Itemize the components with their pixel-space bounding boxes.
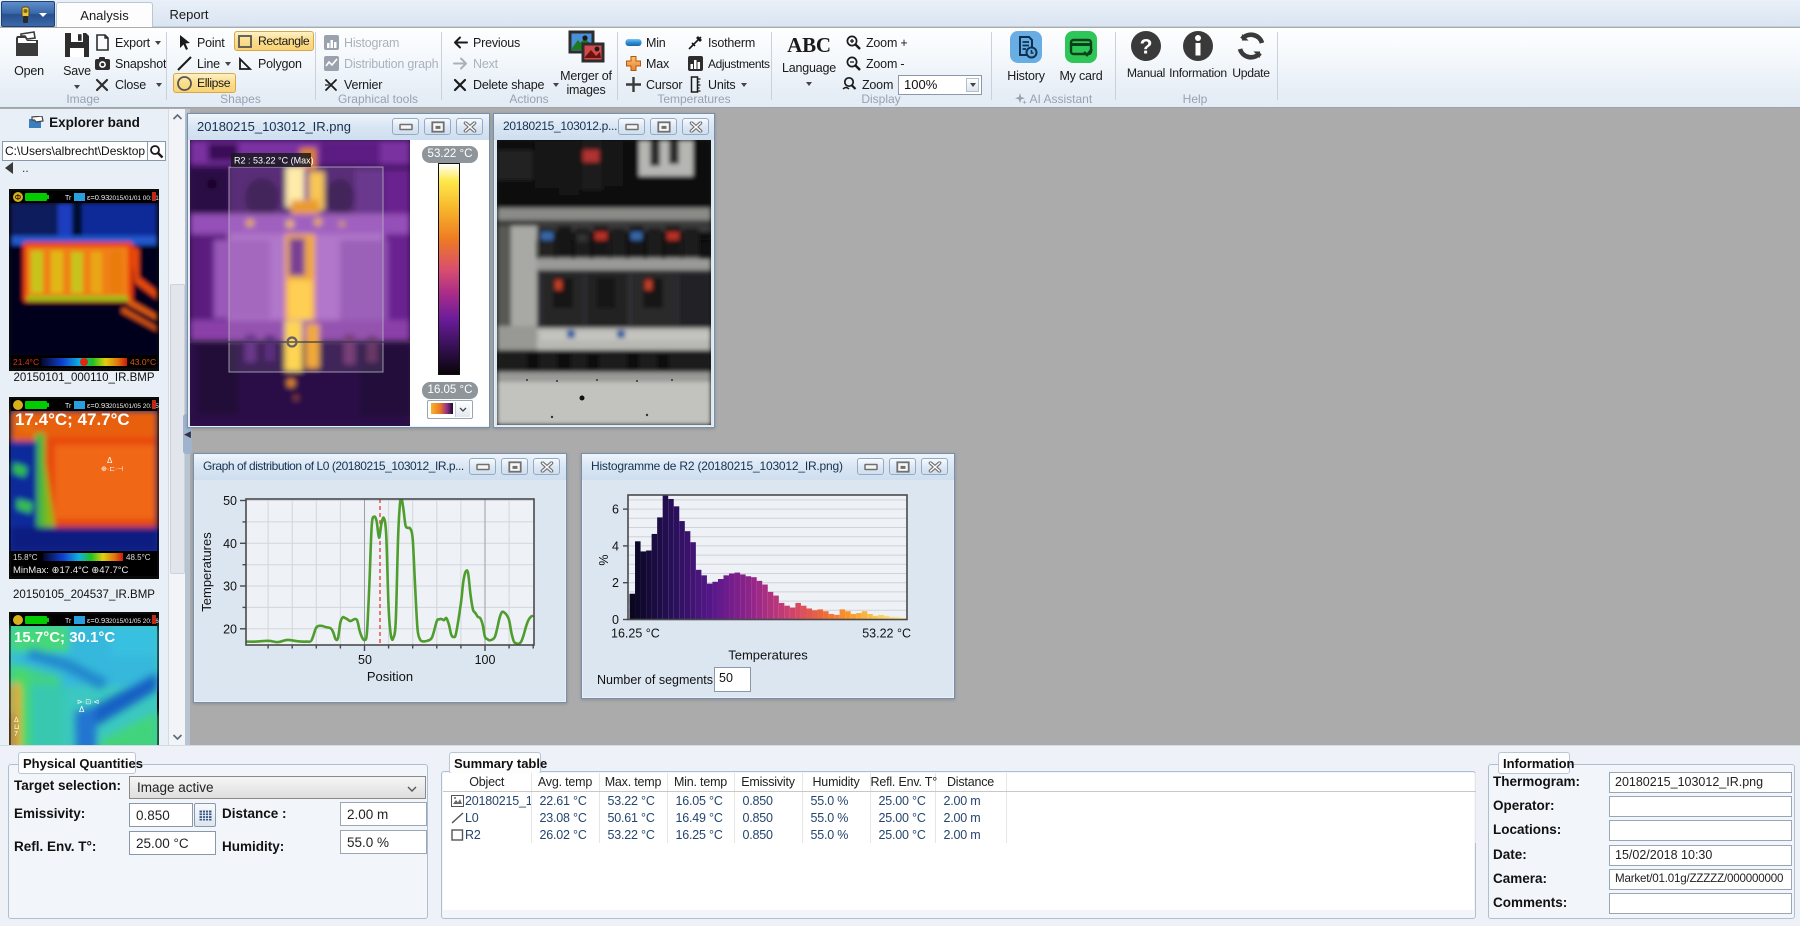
svg-text:⊕·⊏·⊣: ⊕·⊏·⊣ <box>101 466 124 473</box>
svg-text:Tr: Tr <box>65 403 72 410</box>
svg-text:48.5°C: 48.5°C <box>126 553 151 562</box>
svg-text:Temperatures: Temperatures <box>728 648 808 663</box>
svg-text:Temperatures: Temperatures <box>199 532 214 612</box>
svg-text:R2 : 53.22 °C (Max): R2 : 53.22 °C (Max) <box>234 156 314 166</box>
svg-text:43.0°C: 43.0°C <box>130 357 156 367</box>
svg-text:4: 4 <box>612 539 619 553</box>
svg-text:20: 20 <box>223 622 237 636</box>
svg-text:40: 40 <box>223 537 237 551</box>
svg-text:Tr: Tr <box>65 618 72 625</box>
svg-text:50: 50 <box>223 494 237 508</box>
svg-text:ε=0.93: ε=0.93 <box>87 193 109 202</box>
svg-text:Δ: Δ <box>79 705 85 714</box>
svg-text:16.25 °C: 16.25 °C <box>611 627 660 641</box>
svg-text:53.22 °C: 53.22 °C <box>862 627 911 641</box>
svg-text:50: 50 <box>358 653 372 667</box>
svg-text:0: 0 <box>612 613 619 627</box>
svg-text:30: 30 <box>223 580 237 594</box>
svg-text:MinMax: ⊕17.4°C ⊕47.7°C: MinMax: ⊕17.4°C ⊕47.7°C <box>13 565 129 576</box>
svg-text:2: 2 <box>612 576 619 590</box>
svg-text:21.4°C: 21.4°C <box>13 357 39 367</box>
svg-text:Tr: Tr <box>65 195 72 202</box>
svg-text:ε=0.93: ε=0.93 <box>87 401 109 410</box>
svg-text:100: 100 <box>475 653 496 667</box>
svg-text:?: ? <box>1140 36 1153 59</box>
svg-text:6: 6 <box>612 503 619 517</box>
svg-text:2015/01/05 20:46:07: 2015/01/05 20:46:07 <box>109 618 159 625</box>
svg-text:%: % <box>597 554 611 565</box>
svg-text:ε=0.93: ε=0.93 <box>87 616 109 625</box>
svg-text:2015/01/01 00:01:10: 2015/01/01 00:01:10 <box>109 195 159 202</box>
svg-text:17.4°C; 47.7°C: 17.4°C; 47.7°C <box>15 410 130 429</box>
svg-text:2015/01/05 20:45:37: 2015/01/05 20:45:37 <box>109 403 159 410</box>
svg-text:15.7°C; 30.1°C: 15.7°C; 30.1°C <box>14 629 115 646</box>
svg-text:15.8°C: 15.8°C <box>13 553 38 562</box>
svg-text:Position: Position <box>367 669 413 684</box>
svg-text:Δ: Δ <box>107 456 113 465</box>
svg-text:Φ: Φ <box>15 193 21 202</box>
